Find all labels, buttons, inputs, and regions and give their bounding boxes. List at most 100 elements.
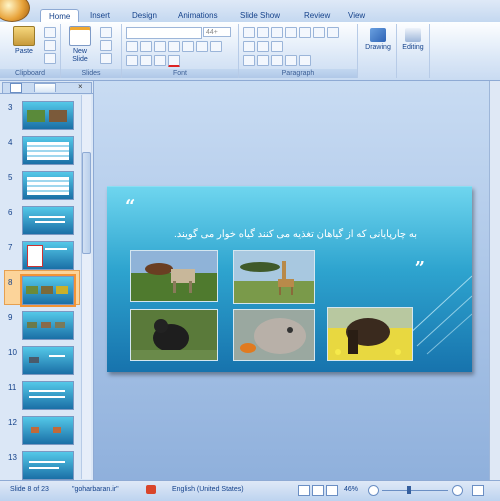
align-left-icon[interactable] — [243, 55, 255, 66]
thumb-photo — [31, 427, 39, 433]
copy-icon[interactable] — [44, 40, 56, 51]
slide-number: 7 — [8, 243, 13, 252]
slide-sorter-icon[interactable] — [312, 485, 324, 496]
justify-icon[interactable] — [285, 55, 297, 66]
drawing-button[interactable]: Drawing — [361, 28, 395, 52]
zoom-in-icon[interactable] — [452, 485, 463, 496]
slide-thumbnail[interactable] — [22, 101, 74, 130]
underline-icon[interactable] — [154, 41, 166, 52]
spelling-check-icon[interactable] — [146, 485, 156, 494]
slide-thumbnail[interactable] — [22, 171, 74, 200]
slide-thumbnail[interactable] — [22, 136, 74, 165]
grow-font-icon[interactable] — [140, 55, 152, 66]
current-slide[interactable]: “ „ به چارپایانی که از گیاهان تغذیه می ک… — [107, 186, 472, 372]
ltr-icon[interactable] — [327, 27, 339, 38]
new-slide-button[interactable]: New Slide — [66, 26, 94, 64]
slides-group-label: Slides — [61, 69, 121, 78]
slide-thumbnail[interactable] — [22, 311, 74, 340]
tab-design[interactable]: Design — [124, 9, 165, 22]
tab-insert[interactable]: Insert — [82, 9, 118, 22]
slides-pane-scroll-thumb[interactable] — [82, 152, 91, 254]
font-color-icon[interactable] — [168, 55, 180, 67]
cut-icon[interactable] — [44, 27, 56, 38]
zoom-level[interactable]: 46% — [340, 481, 362, 499]
photo-goat-eating[interactable] — [233, 309, 315, 361]
editor-scrollbar[interactable] — [489, 81, 500, 480]
increase-indent-icon[interactable] — [285, 27, 297, 38]
text-direction-icon[interactable] — [243, 41, 255, 52]
status-bar: Slide 8 of 23 "goharbaran.ir" English (U… — [0, 480, 500, 501]
photo-giraffe[interactable] — [233, 250, 315, 304]
zoom-slider-track[interactable] — [382, 490, 448, 491]
italic-icon[interactable] — [140, 41, 152, 52]
decrease-indent-icon[interactable] — [271, 27, 283, 38]
thumb-text-line — [29, 461, 65, 463]
tab-animations[interactable]: Animations — [170, 9, 226, 22]
character-spacing-icon[interactable] — [196, 41, 208, 52]
shrink-font-icon[interactable] — [154, 55, 166, 66]
thumb-photo — [49, 110, 67, 122]
rtl-icon[interactable] — [313, 27, 325, 38]
photo-gorilla[interactable] — [130, 309, 218, 361]
editing-button[interactable]: Editing — [397, 28, 429, 52]
numbering-icon[interactable] — [257, 27, 269, 38]
slide-number: 5 — [8, 173, 13, 182]
outline-tab[interactable] — [34, 83, 56, 92]
zoom-out-icon[interactable] — [368, 485, 379, 496]
thumb-photo — [41, 322, 51, 328]
reset-icon[interactable] — [100, 40, 112, 51]
strikethrough-icon[interactable] — [168, 41, 180, 52]
normal-view-icon[interactable] — [298, 485, 310, 496]
align-center-icon[interactable] — [257, 55, 269, 66]
bold-icon[interactable] — [126, 41, 138, 52]
photo-horse-flowers[interactable] — [327, 307, 413, 361]
convert-smartart-icon[interactable] — [271, 41, 283, 52]
bullets-icon[interactable] — [243, 27, 255, 38]
tab-review-label: Review — [304, 11, 331, 20]
photo-cattle-grazing[interactable] — [130, 250, 218, 302]
slide-number: 6 — [8, 208, 13, 217]
tab-slide-show[interactable]: Slide Show — [232, 9, 288, 22]
language-indicator[interactable]: English (United States) — [168, 481, 248, 499]
align-text-icon[interactable] — [257, 41, 269, 52]
thumb-table — [27, 245, 43, 267]
slide-thumbnail[interactable] — [22, 241, 74, 270]
paste-button[interactable]: Paste — [10, 26, 38, 56]
fit-to-window-icon[interactable] — [472, 485, 484, 496]
slide-thumbnail[interactable] — [22, 416, 74, 445]
format-painter-icon[interactable] — [44, 53, 56, 64]
change-case-icon[interactable] — [210, 41, 222, 52]
slides-tab-icon[interactable] — [10, 83, 22, 93]
slide-body-text[interactable]: به چارپایانی که از گیاهان تغذیه می کنند … — [157, 228, 417, 242]
close-pane-icon[interactable]: × — [78, 82, 83, 91]
thumb-text-line — [29, 216, 65, 218]
paragraph-group-label: Paragraph — [239, 69, 357, 78]
align-right-icon[interactable] — [271, 55, 283, 66]
zoom-slider-handle[interactable] — [407, 486, 411, 494]
thumb-photo — [29, 357, 39, 363]
slide-thumbnail[interactable] — [22, 206, 74, 235]
delete-slide-icon[interactable] — [100, 53, 112, 64]
line-spacing-icon[interactable] — [299, 27, 311, 38]
slide-number: 10 — [8, 348, 17, 357]
slide-thumbnail-selected[interactable] — [20, 274, 76, 307]
font-size-box[interactable]: 44+ — [203, 27, 231, 37]
slide-thumbnail[interactable] — [22, 381, 74, 410]
slide-count: Slide 8 of 23 — [10, 486, 49, 493]
clear-formatting-icon[interactable] — [126, 55, 138, 66]
slide-show-icon[interactable] — [326, 485, 338, 496]
columns-icon[interactable] — [299, 55, 311, 66]
font-format-row-1 — [126, 41, 234, 52]
shadow-icon[interactable] — [182, 41, 194, 52]
theme-name[interactable]: "goharbaran.ir" — [68, 481, 123, 499]
tab-view[interactable]: View — [340, 9, 373, 22]
open-quote: “ — [125, 196, 136, 217]
slide-thumbnail[interactable] — [22, 451, 74, 480]
tab-review[interactable]: Review — [296, 9, 338, 22]
paragraph-row-2 — [243, 41, 353, 52]
new-slide-icon — [69, 26, 91, 46]
layout-icon[interactable] — [100, 27, 112, 38]
thumb-photo — [27, 322, 37, 328]
slide-thumbnail[interactable] — [22, 346, 74, 375]
font-name-box[interactable] — [126, 27, 202, 39]
